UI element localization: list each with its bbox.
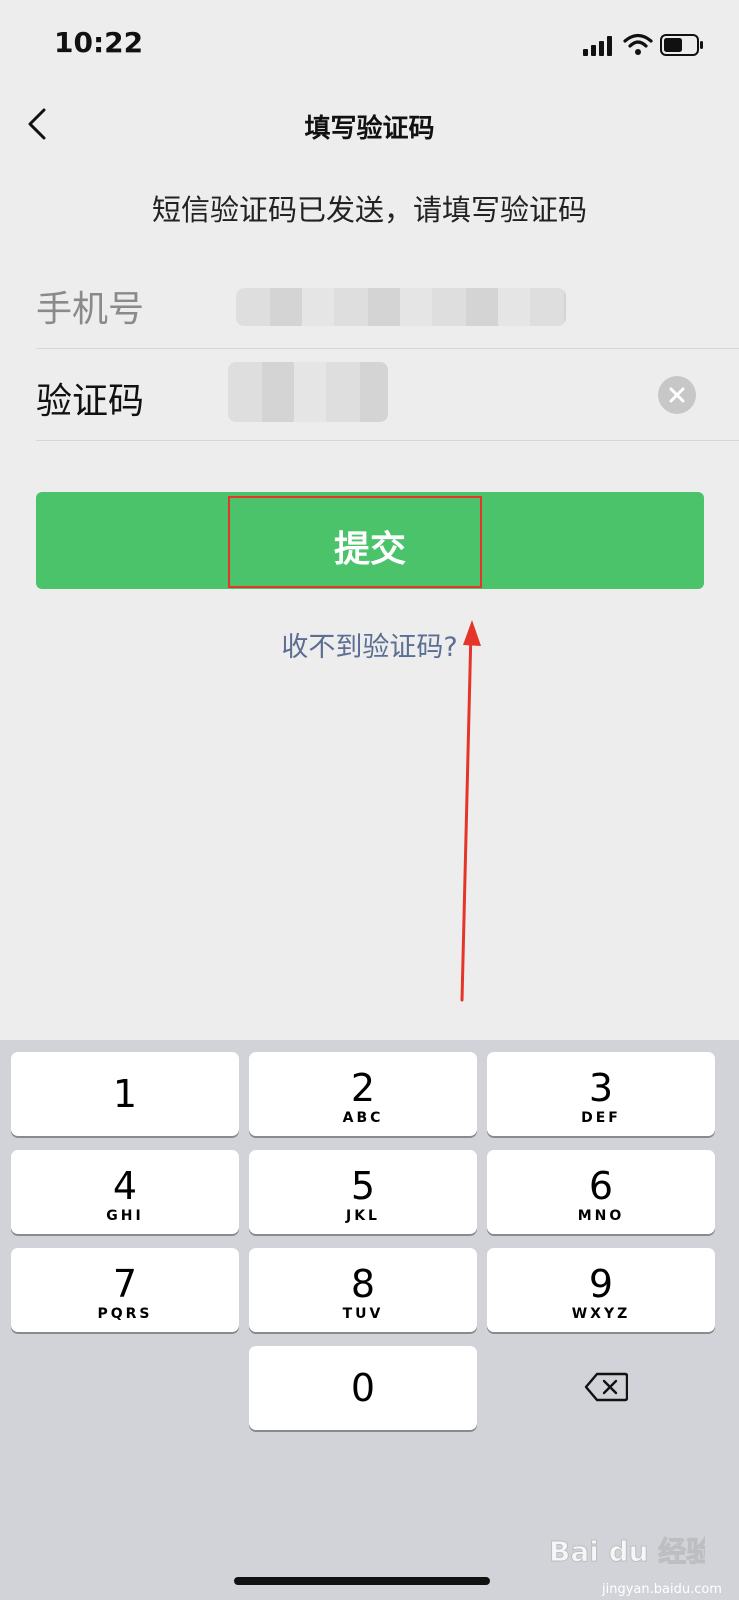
key-6[interactable]: 6 MNO bbox=[487, 1150, 715, 1234]
key-letters: JKL bbox=[346, 1208, 380, 1224]
watermark-brand: Bai du 经验 bbox=[549, 1535, 705, 1568]
annotation-highlight-box bbox=[228, 496, 482, 588]
no-code-help-link[interactable]: 收不到验证码? bbox=[0, 625, 739, 664]
signal-icon bbox=[583, 36, 612, 56]
status-bar: 10:22 bbox=[0, 0, 739, 90]
baidu-jingyan-watermark: Bai du 经验 bbox=[549, 1535, 706, 1569]
key-3[interactable]: 3 DEF bbox=[487, 1052, 715, 1136]
key-1[interactable]: 1 bbox=[11, 1052, 239, 1136]
key-letters: PQRS bbox=[97, 1306, 153, 1322]
backspace-icon[interactable] bbox=[584, 1372, 628, 1402]
phone-row: 手机号 bbox=[36, 258, 739, 349]
sms-sent-notice: 短信验证码已发送，请填写验证码 bbox=[151, 193, 587, 227]
key-letters: WXYZ bbox=[571, 1306, 631, 1322]
key-7[interactable]: 7 PQRS bbox=[11, 1248, 239, 1332]
clear-icon bbox=[669, 387, 685, 403]
watermark-url: jingyan.baidu.com bbox=[602, 1582, 722, 1597]
key-letters: MNO bbox=[577, 1208, 625, 1224]
key-letters: ABC bbox=[342, 1110, 384, 1126]
key-letters: DEF bbox=[581, 1110, 621, 1126]
key-digit: 6 bbox=[588, 1164, 614, 1208]
key-digit: 2 bbox=[350, 1066, 376, 1110]
key-digit: 1 bbox=[112, 1072, 138, 1116]
key-0[interactable]: 0 bbox=[249, 1346, 477, 1430]
key-digit: 9 bbox=[588, 1262, 614, 1306]
code-row[interactable]: 验证码 bbox=[36, 350, 739, 441]
battery-icon bbox=[660, 34, 703, 56]
key-digit: 8 bbox=[350, 1262, 376, 1306]
phone-number-redacted bbox=[236, 288, 566, 326]
nav-bar: 填写验证码 bbox=[0, 90, 739, 160]
wifi-icon bbox=[623, 33, 653, 55]
key-digit: 0 bbox=[350, 1366, 376, 1410]
annotation-arrow bbox=[460, 620, 481, 1002]
key-2[interactable]: 2 ABC bbox=[249, 1052, 477, 1136]
key-5[interactable]: 5 JKL bbox=[249, 1150, 477, 1234]
code-input-redacted[interactable] bbox=[228, 362, 388, 422]
key-digit: 3 bbox=[588, 1066, 614, 1110]
key-digit: 7 bbox=[112, 1262, 138, 1306]
key-letters: TUV bbox=[342, 1306, 384, 1322]
key-digit: 5 bbox=[350, 1164, 376, 1208]
page-title: 填写验证码 bbox=[304, 114, 435, 144]
code-label: 验证码 bbox=[36, 381, 145, 422]
clear-button[interactable] bbox=[658, 376, 696, 414]
key-4[interactable]: 4 GHI bbox=[11, 1150, 239, 1234]
status-time: 10:22 bbox=[54, 26, 144, 59]
key-letters: GHI bbox=[106, 1208, 144, 1224]
phone-label: 手机号 bbox=[36, 289, 145, 330]
key-9[interactable]: 9 WXYZ bbox=[487, 1248, 715, 1332]
home-indicator[interactable] bbox=[234, 1577, 490, 1585]
key-digit: 4 bbox=[112, 1164, 138, 1208]
key-8[interactable]: 8 TUV bbox=[249, 1248, 477, 1332]
